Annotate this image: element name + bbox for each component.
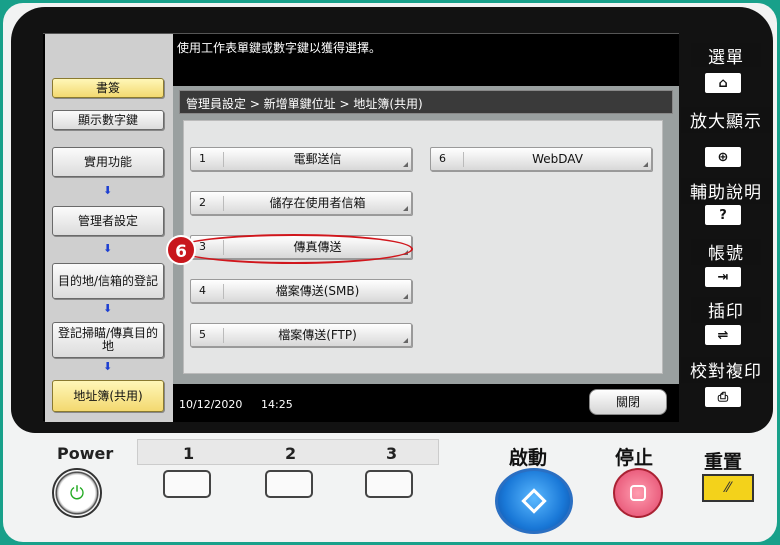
power-icon: ⏻ — [69, 482, 85, 504]
left-navigation: 書簽 顯示數字鍵 實用功能 ⬇ 管理者設定 ⬇ 目的地/信箱的登記 ⬇ 登記掃瞄… — [45, 34, 173, 422]
menu-label: WebDAV — [463, 152, 651, 167]
menu-number: 2 — [199, 196, 206, 209]
down-arrow-icon: ⬇ — [103, 302, 113, 315]
account-icon[interactable]: ⇥ — [703, 265, 743, 289]
show-numpad-button[interactable]: 顯示數字鍵 — [52, 110, 164, 130]
account-key-label: 帳號 — [691, 239, 761, 265]
reset-label: 重置 — [704, 451, 743, 473]
status-bar: 10/12/2020 14:25 關閉 — [173, 386, 679, 422]
stop-label: 停止 — [615, 447, 654, 469]
bookmark-button[interactable]: 書簽 — [52, 78, 164, 98]
menu-label: 檔案傳送(SMB) — [223, 284, 411, 299]
menu-webdav-button[interactable]: 6 WebDAV — [430, 147, 652, 171]
down-arrow-icon: ⬇ — [103, 242, 113, 255]
close-button[interactable]: 關閉 — [589, 389, 667, 415]
touch-screen: 書簽 顯示數字鍵 實用功能 ⬇ 管理者設定 ⬇ 目的地/信箱的登記 ⬇ 登記掃瞄… — [43, 33, 679, 422]
status-time: 14:25 — [261, 398, 293, 411]
register-key-1-button[interactable] — [163, 470, 211, 498]
power-label: Power — [57, 444, 114, 463]
proof-copy-key-label: 校對複印 — [681, 357, 771, 383]
power-button[interactable]: ⏻ — [52, 468, 102, 518]
interrupt-key-label: 插印 — [691, 297, 761, 323]
copier-control-panel: 書簽 顯示數字鍵 實用功能 ⬇ 管理者設定 ⬇ 目的地/信箱的登記 ⬇ 登記掃瞄… — [3, 3, 777, 542]
corner-triangle-icon — [643, 162, 648, 167]
menu-ftp-button[interactable]: 5 檔案傳送(FTP) — [190, 323, 412, 347]
message-bar: 使用工作表單鍵或數字鍵以獲得選擇。 — [173, 34, 679, 84]
menu-label: 儲存在使用者信箱 — [223, 196, 411, 211]
nav-address-book-button[interactable]: 地址簿(共用) — [52, 380, 164, 412]
register-key-1-label: 1 — [183, 444, 195, 463]
stop-button[interactable] — [613, 468, 663, 518]
home-icon[interactable]: ⌂ — [703, 71, 743, 95]
nav-utility-button[interactable]: 實用功能 — [52, 147, 164, 177]
menu-label: 電郵送信 — [223, 152, 411, 167]
nav-destination-register-button[interactable]: 目的地/信箱的登記 — [52, 263, 164, 299]
step-callout-badge: 6 — [166, 235, 196, 265]
menu-key-label: 選單 — [691, 43, 761, 68]
stop-icon — [630, 485, 646, 501]
status-date: 10/12/2020 — [179, 398, 243, 411]
start-icon — [521, 488, 547, 514]
start-label: 啟動 — [509, 447, 548, 469]
menu-number: 1 — [199, 152, 206, 165]
zoom-key-label: 放大顯示 — [681, 107, 771, 133]
menu-user-box-button[interactable]: 2 儲存在使用者信箱 — [190, 191, 412, 215]
menu-number: 5 — [199, 328, 206, 341]
help-key-label: 輔助說明 — [681, 178, 771, 204]
down-arrow-icon: ⬇ — [103, 360, 113, 373]
menu-number: 4 — [199, 284, 206, 297]
corner-triangle-icon — [403, 294, 408, 299]
register-key-2-label: 2 — [285, 444, 297, 463]
nav-scan-fax-register-button[interactable]: 登記掃瞄/傳真目的地 — [52, 322, 164, 358]
reset-icon: ⁄⁄ — [725, 480, 731, 496]
help-icon[interactable]: ? — [703, 203, 743, 227]
nav-admin-settings-button[interactable]: 管理者設定 — [52, 206, 164, 236]
start-button[interactable] — [495, 468, 573, 534]
menu-label: 檔案傳送(FTP) — [223, 328, 411, 343]
highlight-ellipse — [175, 234, 413, 264]
menu-smb-button[interactable]: 4 檔案傳送(SMB) — [190, 279, 412, 303]
interrupt-icon[interactable]: ⇌ — [703, 323, 743, 347]
register-key-2-button[interactable] — [265, 470, 313, 498]
menu-email-button[interactable]: 1 電郵送信 — [190, 147, 412, 171]
zoom-icon[interactable]: ⊕ — [703, 145, 743, 169]
reset-button[interactable]: ⁄⁄ — [702, 474, 754, 502]
corner-triangle-icon — [403, 338, 408, 343]
menu-number: 6 — [439, 152, 446, 165]
corner-triangle-icon — [403, 162, 408, 167]
breadcrumb: 管理員設定 > 新增單鍵位址 > 地址簿(共用) — [179, 90, 673, 114]
down-arrow-icon: ⬇ — [103, 184, 113, 197]
corner-triangle-icon — [403, 206, 408, 211]
register-key-3-label: 3 — [386, 444, 398, 463]
proof-copy-icon[interactable]: ⎙ — [703, 385, 743, 409]
register-key-3-button[interactable] — [365, 470, 413, 498]
